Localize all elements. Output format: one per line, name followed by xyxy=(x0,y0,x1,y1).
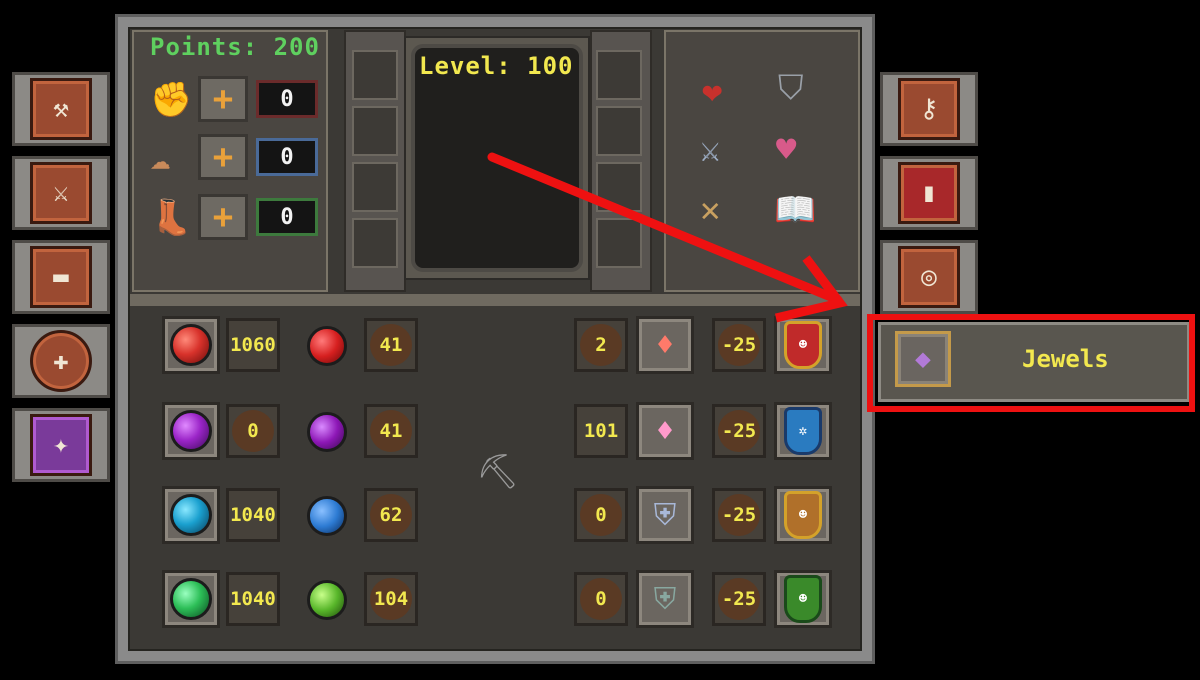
annotation-arrow xyxy=(487,152,848,323)
arrow-shaft xyxy=(487,152,843,305)
